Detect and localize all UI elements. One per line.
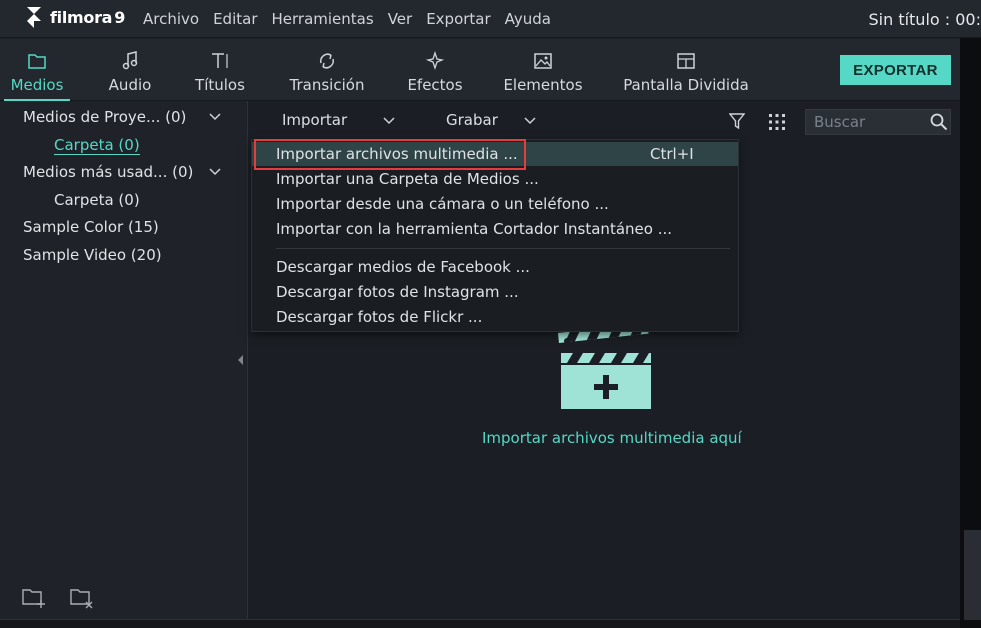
bottom-divider xyxy=(0,619,960,628)
menu-item-import-media-folder[interactable]: Importar una Carpeta de Medios ... xyxy=(252,167,738,191)
music-note-icon xyxy=(121,51,139,71)
menu-item-label: Importar una Carpeta de Medios ... xyxy=(276,170,539,188)
tab-titulos[interactable]: Títulos xyxy=(190,39,250,101)
menu-bar: Archivo Editar Herramientas Ver Exportar… xyxy=(136,0,558,38)
chevron-down-icon[interactable] xyxy=(524,117,536,125)
media-toolbar: Importar Grabar xyxy=(249,101,960,141)
menu-separator xyxy=(276,248,730,249)
app-logo: filmora 9 xyxy=(24,6,125,28)
new-folder-icon[interactable] xyxy=(21,585,47,609)
chevron-down-icon[interactable] xyxy=(209,168,221,176)
menu-item-download-instagram[interactable]: Descargar fotos de Instagram ... xyxy=(252,280,738,304)
menu-item-download-facebook[interactable]: Descargar medios de Facebook ... xyxy=(252,255,738,279)
tab-label: Títulos xyxy=(195,76,245,94)
tree-item-sample-color[interactable]: Sample Color (15) xyxy=(23,218,159,236)
menu-item-label: Importar desde una cámara o un teléfono … xyxy=(276,195,609,213)
document-title: Sin título : 00: xyxy=(868,10,981,29)
library-tab-bar: Medios Audio Títulos Transición Efectos … xyxy=(0,39,960,101)
menu-item-label: Descargar fotos de Instagram ... xyxy=(276,283,519,301)
highlight-annotation-box xyxy=(254,139,526,170)
filmora-logo-icon xyxy=(27,7,41,28)
menu-exportar[interactable]: Exportar xyxy=(426,10,490,28)
menu-editar[interactable]: Editar xyxy=(213,10,257,28)
menu-ver[interactable]: Ver xyxy=(388,10,413,28)
tab-label: Pantalla Dividida xyxy=(623,76,749,94)
text-icon xyxy=(210,51,230,71)
menu-ayuda[interactable]: Ayuda xyxy=(505,10,551,28)
shortcut-label: Ctrl+I xyxy=(650,145,694,163)
tab-label: Transición xyxy=(289,76,365,94)
chevron-down-icon[interactable] xyxy=(209,113,221,121)
tab-elementos[interactable]: Elementos xyxy=(502,39,584,101)
transition-icon xyxy=(317,51,337,71)
menu-item-download-flickr[interactable]: Descargar fotos de Flickr ... xyxy=(252,305,738,329)
tab-label: Audio xyxy=(108,76,152,94)
collapse-sidebar-icon[interactable] xyxy=(238,355,243,365)
chevron-down-icon[interactable] xyxy=(383,117,395,125)
menu-herramientas[interactable]: Herramientas xyxy=(272,10,374,28)
menu-item-label: Descargar fotos de Flickr ... xyxy=(276,308,483,326)
panel-resize-handle[interactable] xyxy=(964,530,981,620)
tree-item-most-used-folder[interactable]: Carpeta (0) xyxy=(54,191,140,209)
tab-medios[interactable]: Medios xyxy=(4,39,70,101)
media-library-sidebar: Medios de Proye... (0) Carpeta (0) Medio… xyxy=(0,101,248,619)
grid-view-icon[interactable] xyxy=(768,113,786,131)
search-icon[interactable] xyxy=(930,113,948,131)
search-input[interactable] xyxy=(814,113,924,131)
menu-archivo[interactable]: Archivo xyxy=(143,10,199,28)
split-screen-icon xyxy=(676,51,696,71)
tree-item-project-folder[interactable]: Carpeta (0) xyxy=(54,136,140,155)
menu-item-import-instant-cutter[interactable]: Importar con la herramienta Cortador Ins… xyxy=(252,217,738,241)
tab-efectos[interactable]: Efectos xyxy=(404,39,466,101)
tab-transicion[interactable]: Transición xyxy=(286,39,368,101)
filter-icon[interactable] xyxy=(729,113,745,130)
import-button[interactable]: Importar xyxy=(282,111,347,129)
tab-label: Elementos xyxy=(503,76,583,94)
tree-item-project-media[interactable]: Medios de Proye... (0) xyxy=(23,108,186,126)
image-icon xyxy=(533,51,553,71)
preview-panel-edge xyxy=(960,38,981,628)
tab-label: Medios xyxy=(10,76,64,94)
record-button[interactable]: Grabar xyxy=(446,111,498,129)
menu-item-label: Descargar medios de Facebook ... xyxy=(276,258,530,276)
search-box xyxy=(805,109,951,135)
folder-icon xyxy=(27,51,47,71)
title-bar: filmora 9 Archivo Editar Herramientas Ve… xyxy=(0,0,981,38)
tab-label: Efectos xyxy=(407,76,463,94)
clapperboard-add-icon[interactable] xyxy=(553,329,659,413)
tree-item-most-used-media[interactable]: Medios más usad... (0) xyxy=(23,163,193,181)
logo-version: 9 xyxy=(114,7,126,27)
menu-item-import-from-camera[interactable]: Importar desde una cámara o un teléfono … xyxy=(252,192,738,216)
tab-audio[interactable]: Audio xyxy=(100,39,160,101)
effects-icon xyxy=(425,51,445,71)
menu-item-label: Importar con la herramienta Cortador Ins… xyxy=(276,220,672,238)
logo-text: filmora xyxy=(50,7,113,27)
delete-folder-icon[interactable] xyxy=(69,585,95,609)
drop-zone-text[interactable]: Importar archivos multimedia aquí xyxy=(482,429,742,447)
tab-pantalla-dividida[interactable]: Pantalla Dividida xyxy=(622,39,750,101)
tree-item-sample-video[interactable]: Sample Video (20) xyxy=(23,246,162,264)
export-button[interactable]: EXPORTAR xyxy=(840,55,951,85)
